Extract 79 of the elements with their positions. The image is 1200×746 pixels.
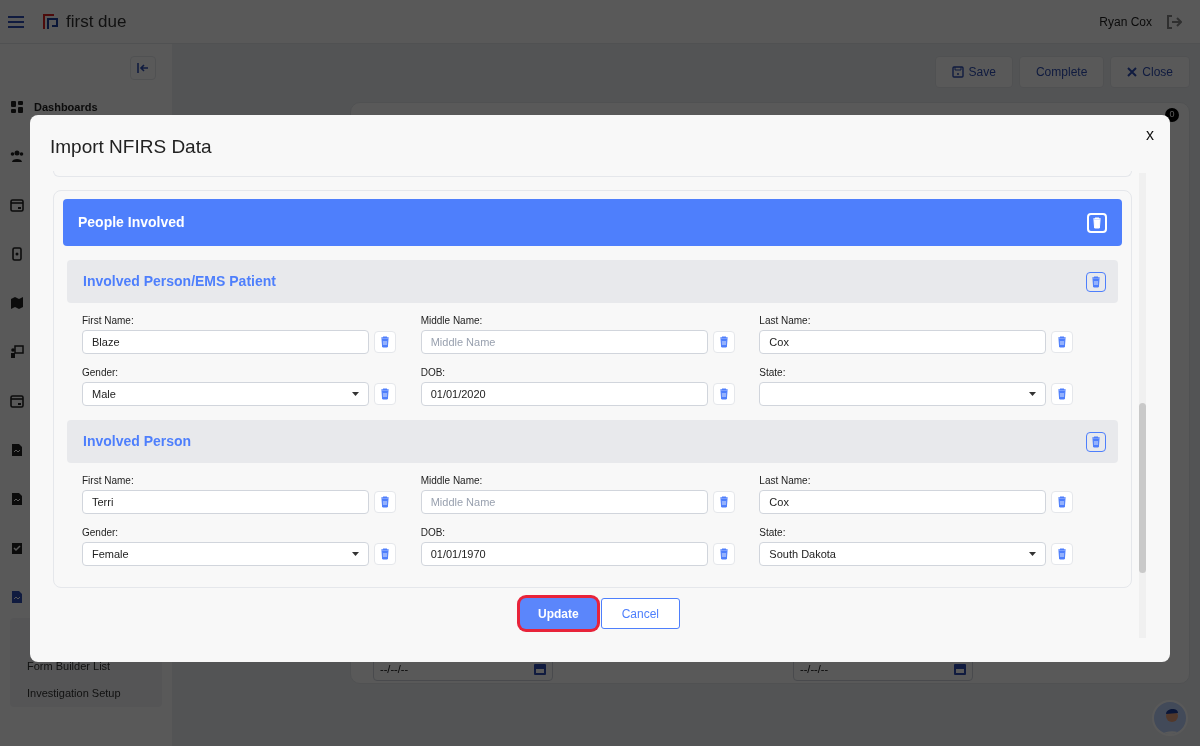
input-field[interactable]: 01/01/2020 bbox=[420, 382, 708, 406]
sidebar-doc-icon[interactable] bbox=[10, 492, 24, 506]
delete-field-button[interactable] bbox=[1051, 543, 1074, 565]
field-label: First Name: bbox=[82, 474, 135, 488]
person-title: Involved Person bbox=[83, 432, 192, 451]
delete-field-button[interactable] bbox=[1051, 331, 1074, 353]
delete-field-button[interactable] bbox=[1051, 491, 1074, 513]
field-label: Last Name: bbox=[759, 314, 812, 328]
delete-field-button[interactable] bbox=[374, 331, 396, 353]
scrollbar-thumb[interactable] bbox=[1139, 403, 1146, 573]
field-label: DOB: bbox=[420, 366, 447, 380]
cancel-button[interactable]: Cancel bbox=[600, 598, 680, 629]
trash-icon bbox=[378, 495, 392, 509]
collapse-sidebar-button[interactable] bbox=[130, 56, 156, 80]
select-field[interactable]: Female bbox=[82, 542, 369, 566]
delete-section-button[interactable] bbox=[1087, 212, 1107, 233]
sidebar-board-icon[interactable] bbox=[10, 345, 24, 359]
sidebar-check-icon[interactable] bbox=[10, 541, 24, 555]
sidebar-doc-icon[interactable] bbox=[10, 590, 24, 604]
delete-field-button[interactable] bbox=[374, 491, 396, 513]
field-label: State: bbox=[759, 526, 787, 540]
sidebar-device-icon[interactable] bbox=[10, 247, 24, 261]
person-title: Involved Person/EMS Patient bbox=[83, 272, 276, 291]
field-label: Last Name: bbox=[759, 474, 812, 488]
sidebar-calendar-icon[interactable] bbox=[10, 394, 24, 408]
close-icon bbox=[1127, 67, 1138, 77]
sidebar-map-icon[interactable] bbox=[10, 296, 24, 310]
caret-icon bbox=[1029, 552, 1037, 556]
user-name: Ryan Cox bbox=[1099, 13, 1152, 31]
delete-person-button[interactable] bbox=[1086, 271, 1106, 292]
close-button[interactable]: x bbox=[1146, 123, 1154, 147]
input-field[interactable]: Terri bbox=[82, 490, 369, 514]
select-field[interactable]: Male bbox=[82, 382, 369, 406]
caret-icon bbox=[352, 552, 359, 556]
sidebar-people-icon[interactable] bbox=[10, 149, 24, 163]
field-label: Middle Name: bbox=[420, 474, 484, 488]
sidebar-doc-icon[interactable] bbox=[10, 443, 24, 457]
input-field[interactable]: Cox bbox=[759, 490, 1047, 514]
caret-icon bbox=[352, 392, 359, 396]
save-icon bbox=[951, 66, 964, 78]
delete-field-button[interactable] bbox=[374, 383, 396, 405]
delete-field-button[interactable] bbox=[1051, 383, 1074, 405]
delete-person-button[interactable] bbox=[1086, 431, 1106, 452]
field-label: State: bbox=[759, 366, 787, 380]
section-title: People Involved bbox=[78, 213, 185, 232]
menu-icon[interactable] bbox=[8, 14, 24, 29]
select-field[interactable]: South Dakota bbox=[759, 542, 1047, 566]
input-field[interactable]: Middle Name bbox=[420, 330, 708, 354]
calendar-icon bbox=[954, 663, 966, 675]
sidebar-calendar-icon[interactable] bbox=[10, 198, 24, 212]
logout-icon[interactable] bbox=[1166, 13, 1182, 30]
field-label: First Name: bbox=[82, 314, 135, 328]
delete-field-button[interactable] bbox=[374, 543, 396, 565]
delete-field-button[interactable] bbox=[712, 383, 735, 405]
delete-field-button[interactable] bbox=[712, 491, 735, 513]
field-label: Middle Name: bbox=[420, 314, 484, 328]
input-field[interactable]: Middle Name bbox=[420, 490, 708, 514]
caret-icon bbox=[1029, 392, 1037, 396]
logo-icon bbox=[42, 12, 60, 31]
input-field[interactable]: Blaze bbox=[82, 330, 369, 354]
field-label: Gender: bbox=[82, 526, 120, 540]
brand-name: first due bbox=[66, 10, 127, 33]
select-field[interactable] bbox=[759, 382, 1047, 406]
field-label: Gender: bbox=[82, 366, 120, 380]
trash-icon bbox=[378, 335, 392, 349]
trash-icon bbox=[1089, 434, 1103, 449]
delete-field-button[interactable] bbox=[712, 543, 735, 565]
trash-icon bbox=[1089, 274, 1103, 289]
sidebar-grid-icon[interactable] bbox=[10, 100, 24, 114]
calendar-icon bbox=[534, 663, 546, 675]
trash-icon bbox=[1090, 215, 1104, 230]
collapse-icon bbox=[137, 63, 149, 73]
delete-field-button[interactable] bbox=[712, 331, 735, 353]
trash-icon bbox=[378, 547, 392, 561]
input-field[interactable]: 01/01/1970 bbox=[420, 542, 708, 566]
field-label: DOB: bbox=[420, 526, 447, 540]
dialog-title: Import NFIRS Data bbox=[50, 134, 212, 159]
input-field[interactable]: Cox bbox=[759, 330, 1047, 354]
trash-icon bbox=[378, 387, 392, 401]
